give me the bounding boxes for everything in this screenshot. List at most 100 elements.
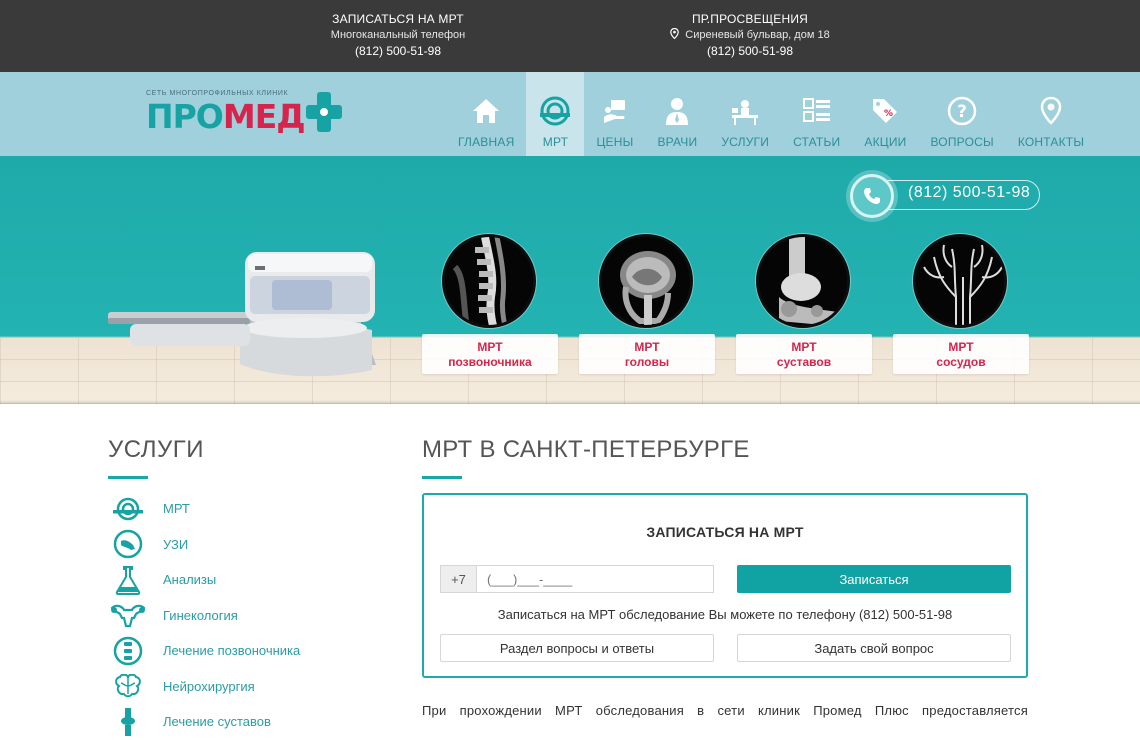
nav-item-doctors[interactable]: ВРАЧИ (645, 72, 709, 156)
location-pin-icon (670, 28, 680, 39)
logo-part1: ПРО (146, 97, 224, 136)
nav-label: ГЛАВНАЯ (458, 135, 515, 149)
tag-icon: % (873, 99, 898, 123)
sidebar-item-joints[interactable]: Лечение суставов (108, 704, 368, 740)
ultrasound-icon (113, 530, 143, 559)
booking-form-title: ЗАПИСАТЬСЯ НА МРТ (646, 524, 804, 540)
services-sidebar: УСЛУГИ МРТ УЗИ Анализы Гинекология Лечен… (108, 436, 368, 740)
joint-icon (121, 707, 135, 736)
sidebar-item-label: Лечение позвоночника (163, 643, 301, 659)
scan-caption: МРТ сосудов (893, 334, 1029, 374)
scan-caption-line2: головы (624, 355, 670, 369)
phone-button[interactable] (850, 174, 894, 218)
services-list: МРТ УЗИ Анализы Гинекология Лечение позв… (108, 491, 368, 740)
medical-cross-icon (306, 92, 342, 132)
sidebar-item-label: Анализы (163, 572, 217, 588)
spine-scan-icon (452, 237, 508, 325)
head-scan-image (599, 234, 693, 328)
logo-wordmark: ПРОМЕД (146, 97, 306, 136)
main-content: МРТ В САНКТ-ПЕТЕРБУРГЕ ЗАПИСАТЬСЯ НА МРТ… (422, 436, 1028, 718)
question-icon: ? (947, 96, 977, 126)
nav-label: ВРАЧИ (657, 135, 698, 149)
sidebar-item-label: МРТ (163, 501, 190, 517)
intro-paragraph: При прохождении МРТ обследования в сети … (422, 703, 1028, 718)
nav-item-mri[interactable]: МРТ (526, 72, 585, 156)
scan-caption-line2: сосудов (936, 355, 986, 369)
nav-label: ВОПРОСЫ (930, 135, 994, 149)
sidebar-item-mri[interactable]: МРТ (108, 491, 368, 527)
uterus-icon (110, 604, 146, 628)
svg-text:?: ? (957, 102, 967, 122)
spine-icon (113, 636, 143, 665)
scan-caption: МРТ головы (579, 334, 715, 374)
booking-phone[interactable]: (812) 500-51-98 (318, 43, 478, 60)
main-navigation-bar: СЕТЬ МНОГОПРОФИЛЬНЫХ КЛИНИК ПРОМЕД ГЛАВН… (0, 72, 1140, 156)
home-icon (473, 99, 500, 123)
price-icon (603, 100, 625, 123)
svg-text:%: % (884, 109, 893, 119)
booking-info: ЗАПИСАТЬСЯ НА МРТ Многоканальный телефон… (318, 11, 478, 60)
branch-title: ПР.ПРОСВЕЩЕНИЯ (691, 12, 809, 26)
nav-label: АКЦИИ (864, 135, 907, 149)
sidebar-title-underline (108, 476, 148, 479)
phone-input[interactable] (477, 566, 713, 592)
branch-phone[interactable]: (812) 500-51-98 (650, 43, 850, 60)
nav-label: ЦЕНЫ (596, 135, 634, 149)
hero-phone-callout[interactable]: (812) 500-51-98 (850, 174, 1040, 218)
ask-question-button[interactable]: Задать свой вопрос (737, 634, 1011, 662)
sidebar-item-label: Лечение суставов (163, 714, 271, 730)
scan-caption-line1: МРТ (634, 340, 660, 354)
nav-label: КОНТАКТЫ (1017, 135, 1085, 149)
sidebar-item-gynecology[interactable]: Гинекология (108, 598, 368, 634)
nav-item-prices[interactable]: ЦЕНЫ (584, 72, 645, 156)
mri-booking-form: ЗАПИСАТЬСЯ НА МРТ +7 Записаться Записать… (422, 493, 1028, 678)
submit-booking-button[interactable]: Записаться (737, 565, 1011, 593)
scan-caption-line1: МРТ (791, 340, 817, 354)
sidebar-item-neurosurgery[interactable]: Нейрохирургия (108, 669, 368, 705)
sidebar-item-spine[interactable]: Лечение позвоночника (108, 633, 368, 669)
nav-menu: ГЛАВНАЯ МРТ ЦЕНЫ ВРАЧИ УСЛУГИ СТАТЬИ % А… (446, 72, 1096, 156)
nav-item-contacts[interactable]: КОНТАКТЫ (1006, 72, 1096, 156)
nav-item-services[interactable]: УСЛУГИ (709, 72, 781, 156)
sidebar-item-label: Нейрохирургия (163, 678, 255, 694)
mri-machine-image (108, 252, 376, 377)
nav-item-articles[interactable]: СТАТЬИ (781, 72, 852, 156)
nav-label: МРТ (542, 135, 569, 149)
phone-country-prefix: +7 (441, 566, 477, 592)
vessel-scan-image (913, 234, 1007, 328)
hero-bottom-shadow (0, 400, 1140, 404)
logo-tagline: СЕТЬ МНОГОПРОФИЛЬНЫХ КЛИНИК (146, 90, 289, 97)
sidebar-item-label: Гинекология (163, 607, 238, 623)
branch-address-row: Сиреневый бульвар, дом 18 (650, 27, 850, 43)
nav-label: УСЛУГИ (721, 135, 770, 149)
branch-address: Сиреневый бульвар, дом 18 (685, 29, 830, 41)
page-title-underline (422, 476, 462, 479)
scan-caption: МРТ позвоночника (422, 334, 558, 374)
nav-item-promotions[interactable]: % АКЦИИ (852, 72, 918, 156)
branch-info: ПР.ПРОСВЕЩЕНИЯ Сиреневый бульвар, дом 18… (650, 11, 850, 60)
booking-title: ЗАПИСАТЬСЯ НА МРТ (332, 12, 464, 26)
vessel-scan-icon (923, 244, 1003, 325)
sidebar-item-label: УЗИ (163, 536, 189, 552)
faq-section-button[interactable]: Раздел вопросы и ответы (440, 634, 714, 662)
sidebar-title: УСЛУГИ (108, 436, 205, 463)
flask-icon (115, 565, 141, 595)
phone-input-group: +7 (440, 565, 714, 593)
joint-scan-image (756, 234, 850, 328)
joint-scan-icon (779, 237, 845, 325)
logo[interactable]: СЕТЬ МНОГОПРОФИЛЬНЫХ КЛИНИК ПРОМЕД (146, 90, 346, 140)
services-icon (732, 100, 759, 125)
hero-phone-number[interactable]: (812) 500-51-98 (908, 184, 1030, 202)
spine-scan-image (442, 234, 536, 328)
scan-caption-line2: позвоночника (448, 355, 532, 369)
nav-item-home[interactable]: ГЛАВНАЯ (446, 72, 526, 156)
sidebar-item-analyses[interactable]: Анализы (108, 562, 368, 598)
sidebar-item-ultrasound[interactable]: УЗИ (108, 527, 368, 563)
top-info-bar: ЗАПИСАТЬСЯ НА МРТ Многоканальный телефон… (0, 0, 1140, 72)
scan-caption-line1: МРТ (948, 340, 974, 354)
scan-caption-line1: МРТ (477, 340, 503, 354)
nav-label: СТАТЬИ (793, 135, 841, 149)
nav-item-questions[interactable]: ? ВОПРОСЫ (918, 72, 1005, 156)
articles-icon (802, 98, 830, 122)
phone-icon (864, 188, 880, 204)
